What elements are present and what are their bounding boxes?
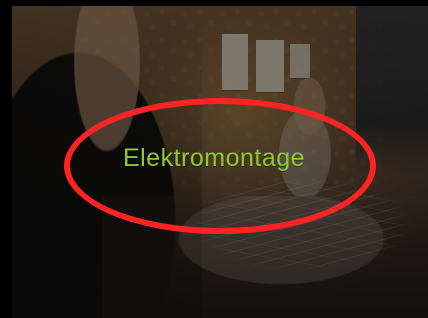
tile-title: Elektromontage bbox=[122, 144, 306, 172]
page: Elektromontage bbox=[0, 0, 428, 318]
